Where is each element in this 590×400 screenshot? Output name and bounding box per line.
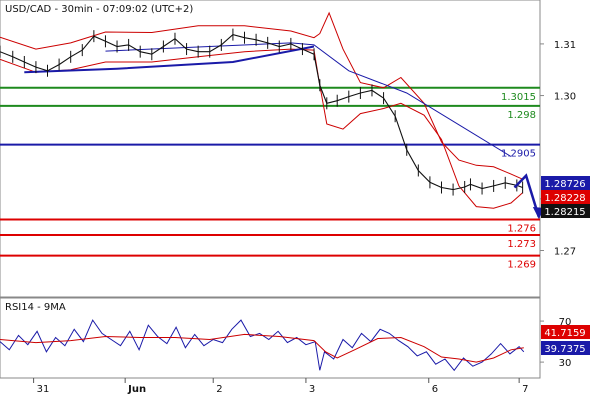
current-price-labels: 1.28726 1.28228 1.28215 — [541, 176, 590, 218]
x-tick-label: 2 — [216, 384, 222, 395]
9ma-line — [0, 333, 524, 363]
price-levels: 1.30151.2981.29051.2761.2731.269 — [0, 86, 540, 271]
bollinger-bands — [0, 11, 523, 209]
bollinger-lower-line — [0, 48, 523, 209]
y-tick-label: 1.31 — [554, 40, 576, 51]
level-label-1: 1.298 — [507, 110, 536, 121]
level-label-4: 1.273 — [507, 239, 536, 250]
x-axis: 31 Jun 2 3 6 7 — [33, 378, 529, 395]
y-tick-label: 1.30 — [554, 92, 576, 103]
rsi-series — [0, 319, 525, 372]
rsi-value-label: 41.7159 — [544, 328, 585, 339]
main-y-axis: 1.311.301.281.27 — [540, 40, 576, 258]
bollinger-upper-line — [0, 11, 523, 180]
rsi-tick-label: 30 — [559, 358, 572, 369]
y-tick-label: 1.27 — [554, 247, 576, 258]
level-label-5: 1.269 — [507, 260, 536, 271]
chart-title: USD/CAD - 30min - 07:09:02 (UTC+2) — [5, 4, 193, 15]
current-price-label: 1.28228 — [544, 193, 585, 204]
trendlines — [24, 42, 512, 157]
rsi-title: RSI14 - 9MA — [5, 302, 66, 313]
current-price-label: 1.28215 — [544, 207, 585, 218]
price-line — [0, 33, 523, 191]
rsi-value-label: 39.7375 — [544, 344, 585, 355]
rsi14-line — [0, 319, 525, 372]
x-tick-label: 31 — [37, 384, 50, 395]
main-chart-frame — [0, 0, 541, 298]
x-tick-label: Jun — [127, 384, 146, 395]
level-label-0: 1.3015 — [501, 92, 536, 103]
x-tick-label: 6 — [432, 384, 438, 395]
current-price-label: 1.28726 — [544, 179, 585, 190]
chart-canvas: 1.30151.2981.29051.2761.2731.269 1.311.3… — [0, 0, 590, 395]
price-series — [0, 28, 524, 196]
level-label-3: 1.276 — [507, 224, 536, 235]
x-tick-label: 7 — [522, 384, 528, 395]
rsi-current-labels: 41.7159 39.7375 — [541, 325, 590, 355]
x-tick-label: 3 — [309, 384, 315, 395]
